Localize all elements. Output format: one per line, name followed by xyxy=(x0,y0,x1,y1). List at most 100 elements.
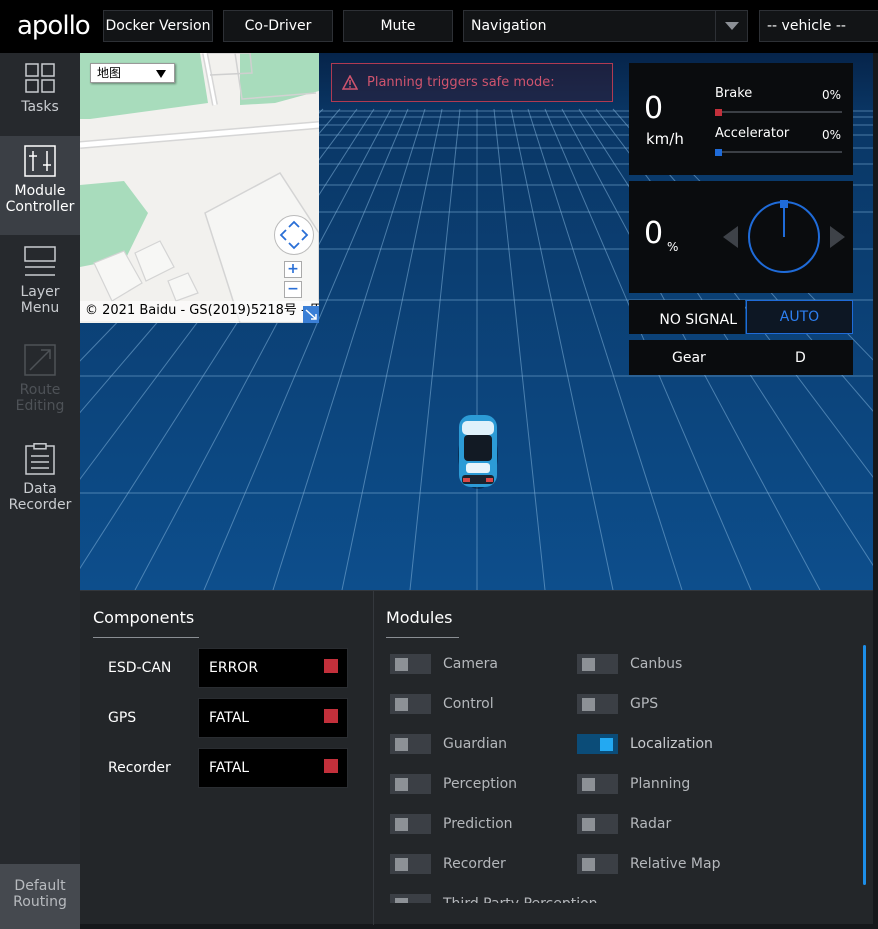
module-label: Localization xyxy=(630,736,713,752)
alert-text: Planning triggers safe mode: xyxy=(367,75,555,90)
pan-arrows-icon xyxy=(279,220,309,250)
speed-unit: km/h xyxy=(646,130,684,148)
speed-panel: 0 km/h Brake 0% Accelerator 0% xyxy=(629,63,853,175)
vehicle-select[interactable]: -- vehicle -- xyxy=(759,10,878,42)
module-toggle-planning[interactable]: Planning xyxy=(577,774,757,794)
default-routing-label: Default xyxy=(14,878,66,894)
module-toggle-radar[interactable]: Radar xyxy=(577,814,757,834)
accelerator-meter-indicator xyxy=(715,149,722,156)
module-toggle-relative-map[interactable]: Relative Map xyxy=(577,854,757,874)
modules-list: Camera Canbus Control GPS Guardian Local… xyxy=(388,645,853,903)
clipboard-icon xyxy=(25,443,55,475)
app-window: apollo Docker Version Co-Driver Mute Nav… xyxy=(0,0,878,929)
default-routing-label: Routing xyxy=(13,894,67,910)
sidebar: Tasks Module Controller Layer Menu Route… xyxy=(0,53,80,929)
toggle-switch[interactable] xyxy=(577,814,618,834)
toggle-switch[interactable] xyxy=(390,894,431,903)
map-pan-control[interactable] xyxy=(274,215,314,255)
component-status: ERROR xyxy=(198,648,348,688)
default-routing-button[interactable]: Default Routing xyxy=(0,864,80,929)
sidebar-item-layer-menu[interactable]: Layer Menu xyxy=(0,236,80,334)
map-copyright: © 2021 Baidu - GS(2019)5218号 - 甲 xyxy=(80,301,319,321)
component-name: GPS xyxy=(108,710,137,726)
gear-value: D xyxy=(795,350,806,366)
module-controller-panel: Components ESD-CAN ERROR GPS FATAL Recor… xyxy=(80,590,873,925)
co-driver-button[interactable]: Co-Driver xyxy=(223,10,333,42)
module-label: Camera xyxy=(443,656,498,672)
mute-button[interactable]: Mute xyxy=(343,10,453,42)
modules-scrollbar[interactable] xyxy=(863,645,866,885)
modules-underline xyxy=(386,637,459,638)
map-zoom-out-button[interactable]: − xyxy=(284,281,302,298)
toggle-switch[interactable] xyxy=(577,774,618,794)
chevron-down-icon xyxy=(715,11,747,41)
module-toggle-guardian[interactable]: Guardian xyxy=(390,734,570,754)
sidebar-item-route-editing[interactable]: Route Editing xyxy=(0,334,80,432)
module-label: GPS xyxy=(630,696,659,712)
ego-vehicle xyxy=(458,415,498,489)
module-toggle-gps[interactable]: GPS xyxy=(577,694,757,714)
module-toggle-canbus[interactable]: Canbus xyxy=(577,654,757,674)
module-label: Radar xyxy=(630,816,672,832)
accelerator-value: 0% xyxy=(821,128,841,142)
toggle-switch[interactable] xyxy=(390,814,431,834)
module-label: Perception xyxy=(443,776,518,792)
module-toggle-third-party-perception[interactable]: Third Party Perception xyxy=(390,894,630,903)
component-status-text: FATAL xyxy=(209,760,250,776)
warning-icon xyxy=(342,75,358,90)
sidebar-item-data-recorder[interactable]: Data Recorder xyxy=(0,433,80,531)
header-bar: apollo Docker Version Co-Driver Mute Nav… xyxy=(0,0,878,53)
gear-panel: Gear D xyxy=(629,340,853,375)
grid-icon xyxy=(25,63,55,93)
sidebar-item-label: Module xyxy=(14,183,66,199)
sidebar-item-label: Data xyxy=(23,481,57,497)
module-toggle-recorder[interactable]: Recorder xyxy=(390,854,570,874)
module-label: Relative Map xyxy=(630,856,721,872)
sidebar-item-module-controller[interactable]: Module Controller xyxy=(0,136,80,235)
apollo-logo: apollo xyxy=(17,11,91,41)
component-name: Recorder xyxy=(108,760,171,776)
module-toggle-perception[interactable]: Perception xyxy=(390,774,570,794)
steering-unit: % xyxy=(667,240,679,254)
sliders-icon xyxy=(24,145,56,177)
layers-icon xyxy=(24,246,56,276)
map-expand-icon[interactable] xyxy=(303,306,319,323)
module-label: Third Party Perception xyxy=(443,894,598,903)
module-toggle-localization[interactable]: Localization xyxy=(577,734,757,754)
component-status: FATAL xyxy=(198,748,348,788)
toggle-switch[interactable] xyxy=(577,734,618,754)
accelerator-meter-track xyxy=(715,151,842,153)
steering-panel: 0 % xyxy=(629,181,853,293)
toggle-switch[interactable] xyxy=(390,854,431,874)
map-type-select[interactable]: 地图 xyxy=(90,63,175,83)
toggle-switch[interactable] xyxy=(390,694,431,714)
module-toggle-prediction[interactable]: Prediction xyxy=(390,814,570,834)
turn-signal-status: NO SIGNAL xyxy=(629,300,745,334)
map-zoom-in-button[interactable]: + xyxy=(284,261,302,278)
module-toggle-control[interactable]: Control xyxy=(390,694,570,714)
toggle-switch[interactable] xyxy=(390,654,431,674)
alert-banner: Planning triggers safe mode: xyxy=(331,63,613,102)
speed-value: 0 xyxy=(644,91,664,126)
mode-select[interactable]: Navigation xyxy=(463,10,748,42)
panel-divider xyxy=(373,591,374,925)
map-widget[interactable]: 地图 + − © 2021 Baidu - GS(2019)5218号 - 甲 xyxy=(80,53,319,323)
module-toggle-camera[interactable]: Camera xyxy=(390,654,570,674)
sidebar-item-label: Controller xyxy=(5,199,75,215)
module-label: Planning xyxy=(630,776,691,792)
sidebar-item-label: Route xyxy=(19,382,61,398)
component-status-text: FATAL xyxy=(209,710,250,726)
toggle-switch[interactable] xyxy=(577,854,618,874)
sidebar-item-label: Tasks xyxy=(21,99,59,115)
toggle-switch[interactable] xyxy=(390,774,431,794)
docker-version-button[interactable]: Docker Version xyxy=(103,10,213,42)
toggle-switch[interactable] xyxy=(577,694,618,714)
gear-label: Gear xyxy=(672,350,706,366)
caret-down-icon xyxy=(156,70,166,78)
toggle-switch[interactable] xyxy=(577,654,618,674)
toggle-switch[interactable] xyxy=(390,734,431,754)
brake-label: Brake xyxy=(715,86,753,101)
modules-title: Modules xyxy=(386,608,453,627)
sidebar-item-label: Recorder xyxy=(8,497,72,513)
sidebar-item-tasks[interactable]: Tasks xyxy=(0,53,80,135)
